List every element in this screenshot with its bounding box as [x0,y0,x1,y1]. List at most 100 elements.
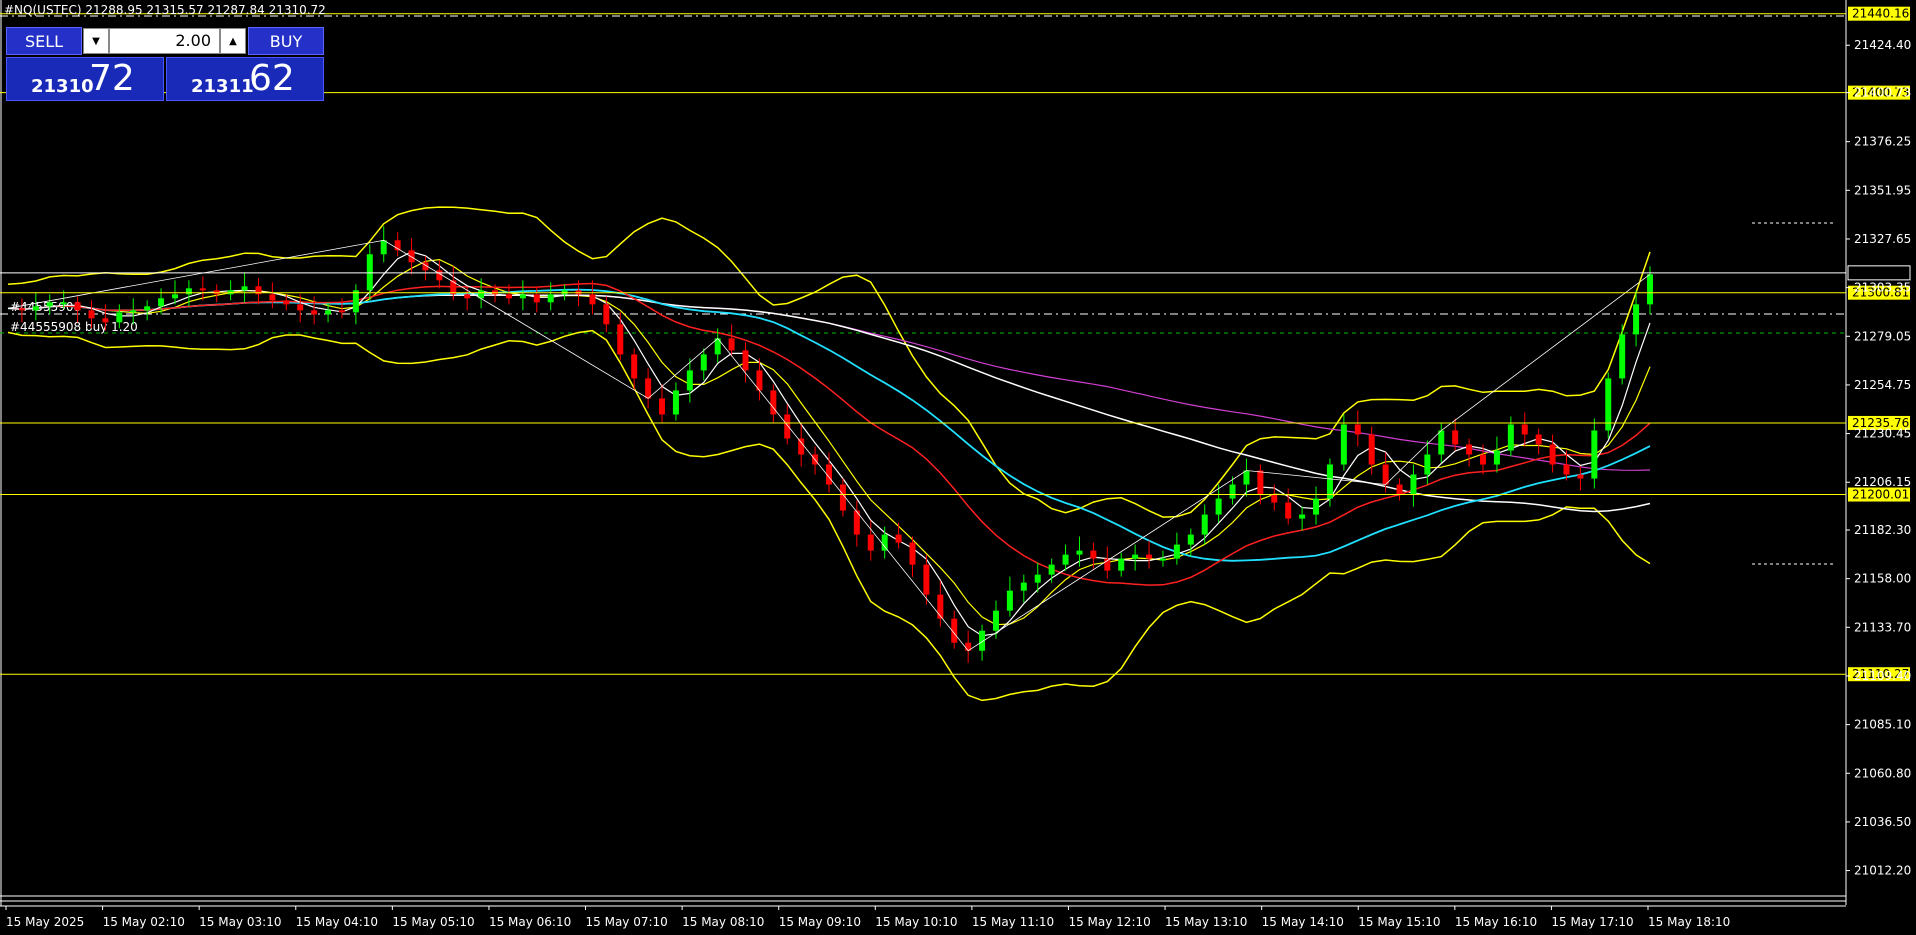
candle-body[interactable] [1466,444,1473,455]
candle-body[interactable] [686,370,693,391]
candle-body[interactable] [1535,434,1542,445]
candle-body[interactable] [798,438,805,455]
candle-body[interactable] [603,304,610,325]
sell-button[interactable]: SELL [6,27,82,55]
candle-body[interactable] [895,534,902,543]
candle-body[interactable] [923,564,930,595]
candle-body[interactable] [1577,474,1584,479]
candle-body[interactable] [325,310,332,315]
candle-body[interactable] [464,294,471,299]
candle-body[interactable] [1201,514,1208,535]
candle-body[interactable] [1410,474,1417,495]
price-chart[interactable]: #44555908#44555908 buy 1.20 21440.162140… [0,0,1916,935]
lot-size-input[interactable]: 2.00 [109,28,220,54]
candle-body[interactable] [728,338,735,351]
lot-decrease-arrow-icon[interactable]: ▼ [83,28,109,54]
candle-body[interactable] [366,254,373,291]
candle-body[interactable] [1173,544,1180,559]
candle-body[interactable] [519,294,526,299]
candle-body[interactable] [1215,498,1222,515]
lot-increase-arrow-icon[interactable]: ▲ [220,28,246,54]
candle-body[interactable] [589,294,596,305]
candle-body[interactable] [1633,304,1640,335]
candle-body[interactable] [1368,434,1375,465]
candle-body[interactable] [645,378,652,399]
candle-body[interactable] [1257,470,1264,495]
candle-body[interactable] [116,312,123,323]
candle-body[interactable] [311,310,318,315]
candle-body[interactable] [867,534,874,551]
candle-body[interactable] [1076,550,1083,555]
candle-body[interactable] [547,294,554,303]
candle-body[interactable] [742,350,749,371]
candle-body[interactable] [283,300,290,305]
candle-body[interactable] [659,398,666,415]
candle-body[interactable] [144,306,151,311]
candle-body[interactable] [992,610,999,631]
candle-body[interactable] [32,306,39,311]
candle-body[interactable] [297,304,304,311]
candle-body[interactable] [408,250,415,263]
candle-body[interactable] [352,290,359,313]
candle-body[interactable] [1591,430,1598,479]
candle-body[interactable] [171,294,178,299]
candle-body[interactable] [1507,424,1514,451]
candle-body[interactable] [1229,484,1236,499]
candle-body[interactable] [60,302,67,305]
candle-body[interactable] [46,302,53,307]
candle-body[interactable] [533,294,540,303]
candle-body[interactable] [1062,554,1069,565]
candle-body[interactable] [1187,534,1194,545]
candle-body[interactable] [102,318,109,323]
candle-body[interactable] [380,240,387,255]
candle-body[interactable] [1006,590,1013,611]
candle-body[interactable] [1132,554,1139,559]
candle-body[interactable] [881,534,888,551]
candle-body[interactable] [1090,550,1097,559]
candle-body[interactable] [1382,464,1389,485]
buy-price-box[interactable]: 21311 62 [166,57,324,101]
candle-body[interactable] [269,294,276,301]
candle-body[interactable] [130,310,137,313]
candle-body[interactable] [1326,464,1333,499]
candle-body[interactable] [672,390,679,415]
candle-body[interactable] [1493,450,1500,465]
candle-body[interactable] [1424,454,1431,475]
candle-body[interactable] [1563,464,1570,475]
candle-body[interactable] [1619,334,1626,379]
candle-body[interactable] [1452,430,1459,445]
candle-body[interactable] [158,298,165,307]
candle-body[interactable] [937,594,944,619]
candle-body[interactable] [1285,502,1292,519]
candle-body[interactable] [1647,274,1653,305]
candle-body[interactable] [505,294,512,299]
candle-body[interactable] [1271,494,1278,503]
candle-body[interactable] [700,354,707,371]
candle-body[interactable] [1396,484,1403,495]
candle-body[interactable] [18,308,25,311]
candle-body[interactable] [631,354,638,379]
candle-body[interactable] [1480,454,1487,465]
candle-body[interactable] [74,302,81,311]
candle-body[interactable] [1299,514,1306,519]
candle-body[interactable] [1146,554,1153,559]
candle-body[interactable] [185,288,192,295]
candle-body[interactable] [909,542,916,565]
sell-price-box[interactable]: 21310 72 [6,57,164,101]
candle-body[interactable] [1521,424,1528,435]
candle-body[interactable] [784,414,791,439]
candle-body[interactable] [1340,424,1347,465]
candle-body[interactable] [1159,558,1166,561]
candle-body[interactable] [1048,564,1055,575]
candle-body[interactable] [617,324,624,355]
candle-body[interactable] [1020,582,1027,591]
candle-body[interactable] [1243,470,1250,485]
candle-body[interactable] [1034,574,1041,583]
candle-body[interactable] [1438,430,1445,455]
candle-body[interactable] [199,288,206,291]
candle-body[interactable] [338,310,345,313]
candle-body[interactable] [241,286,248,291]
candle-body[interactable] [88,310,95,319]
buy-button[interactable]: BUY [248,27,324,55]
candle-body[interactable] [1313,498,1320,515]
